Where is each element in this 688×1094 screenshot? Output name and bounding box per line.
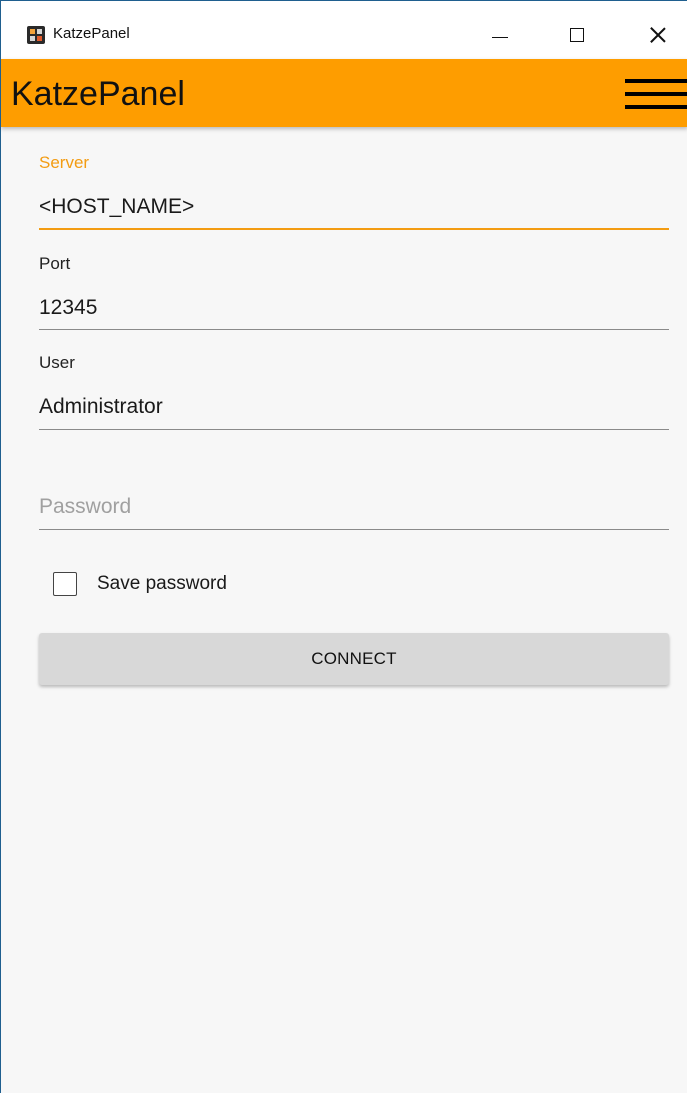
save-password-label[interactable]: Save password <box>97 573 227 595</box>
close-icon <box>650 27 666 43</box>
maximize-icon <box>570 28 584 42</box>
port-underline <box>39 329 669 330</box>
maximize-button[interactable] <box>554 15 600 55</box>
minimize-button[interactable] <box>477 15 523 55</box>
save-password-checkbox[interactable] <box>53 572 77 596</box>
app-header: KatzePanel <box>1 59 687 127</box>
port-label: Port <box>39 254 71 273</box>
port-field: Port <box>39 252 669 332</box>
server-label: Server <box>39 153 90 172</box>
app-window: KatzePanel KatzePanel Server Port User <box>0 0 687 1093</box>
window-titlebar[interactable]: KatzePanel <box>1 1 687 59</box>
minimize-icon <box>492 36 508 38</box>
hamburger-menu-icon[interactable] <box>625 77 687 111</box>
app-icon <box>27 26 45 44</box>
app-title: KatzePanel <box>11 75 185 113</box>
password-field <box>39 491 669 531</box>
close-button[interactable] <box>635 15 681 55</box>
user-underline <box>39 429 669 430</box>
user-input[interactable] <box>39 395 669 419</box>
user-field: User <box>39 351 669 431</box>
user-label: User <box>39 353 75 372</box>
server-input[interactable] <box>39 195 669 219</box>
connect-button[interactable]: CONNECT <box>39 633 669 685</box>
window-title: KatzePanel <box>53 25 130 42</box>
password-underline <box>39 529 669 530</box>
server-underline <box>39 228 669 230</box>
port-input[interactable] <box>39 296 669 320</box>
password-input[interactable] <box>39 495 669 519</box>
server-field: Server <box>39 151 669 233</box>
